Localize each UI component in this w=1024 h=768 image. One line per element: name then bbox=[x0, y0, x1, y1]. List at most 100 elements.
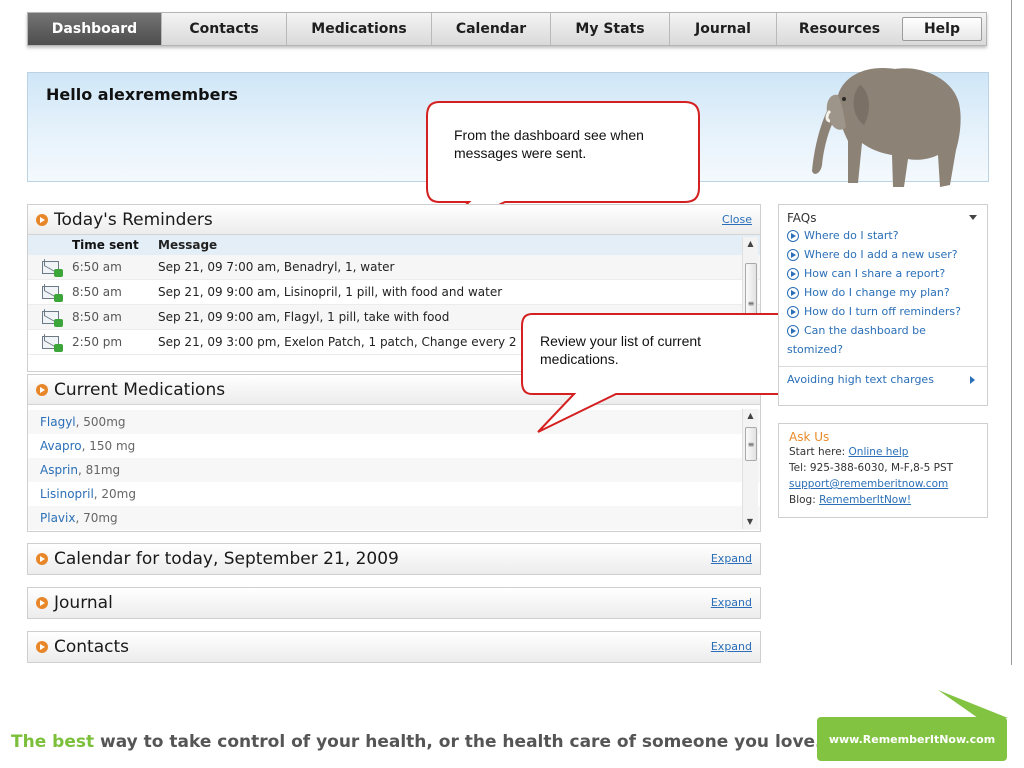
calendar-header: Calendar for today, September 21, 2009 E… bbox=[28, 544, 760, 574]
calendar-panel: Calendar for today, September 21, 2009 E… bbox=[27, 543, 761, 575]
ask-us-box: Ask Us Start here: Online help Tel: 925-… bbox=[778, 423, 988, 518]
faq-title[interactable]: FAQs bbox=[779, 205, 987, 229]
reminders-header: Today's Reminders Close bbox=[28, 205, 760, 235]
faq-item[interactable]: Where do I start? bbox=[779, 229, 987, 248]
med-name[interactable]: Plavix bbox=[40, 511, 75, 525]
reminder-message: Sep 21, 09 7:00 am, Benadryl, 1, water bbox=[158, 260, 395, 274]
ask-blog-line: Blog: RememberItNow! bbox=[789, 494, 912, 506]
support-email-link[interactable]: support@rememberitnow.com bbox=[789, 478, 948, 490]
reminders-table-header: Time sent Message bbox=[28, 235, 760, 255]
list-item[interactable]: Plavix, 70mg bbox=[28, 506, 760, 530]
ask-start-line: Start here: Online help bbox=[789, 446, 909, 458]
online-help-link[interactable]: Online help bbox=[849, 446, 909, 458]
med-name[interactable]: Flagyl bbox=[40, 415, 76, 429]
faq-box: FAQs Where do I start? Where do I add a … bbox=[778, 204, 988, 406]
med-dose: , 150 mg bbox=[81, 439, 136, 453]
contacts-title: Contacts bbox=[54, 637, 129, 657]
sent-mail-icon bbox=[41, 260, 63, 277]
reminders-close-link[interactable]: Close bbox=[722, 213, 752, 226]
callout-messages-text: From the dashboard see when messages wer… bbox=[454, 127, 644, 161]
scroll-down-icon[interactable]: ▼ bbox=[743, 515, 757, 529]
header-message: Message bbox=[158, 238, 218, 252]
medications-title: Current Medications bbox=[54, 379, 226, 400]
list-item[interactable]: Avapro, 150 mg bbox=[28, 434, 760, 458]
chevron-right-icon bbox=[970, 376, 975, 384]
med-dose: , 500mg bbox=[75, 415, 126, 429]
calendar-expand-link[interactable]: Expand bbox=[711, 552, 752, 565]
reminder-time: 8:50 am bbox=[72, 310, 122, 324]
faq-item[interactable]: How do I change my plan? bbox=[779, 286, 987, 305]
sent-mail-icon bbox=[41, 335, 63, 352]
faq-item[interactable]: How can I share a report? bbox=[779, 267, 987, 286]
site-url-badge[interactable]: www.RememberItNow.com bbox=[817, 717, 1007, 761]
footer-tagline: The best way to take control of your hea… bbox=[11, 732, 822, 752]
greeting: Hello alexremembers bbox=[46, 85, 238, 104]
reminders-title: Today's Reminders bbox=[54, 209, 213, 230]
tab-medications[interactable]: Medications bbox=[287, 13, 432, 45]
faq-item[interactable]: Where do I add a new user? bbox=[779, 248, 987, 267]
orange-bullet-icon bbox=[36, 553, 48, 565]
faq-item[interactable]: How do I turn off reminders? bbox=[779, 305, 987, 324]
tab-dashboard[interactable]: Dashboard bbox=[28, 13, 162, 45]
elephant-mascot-icon bbox=[812, 68, 961, 187]
tab-resources[interactable]: Resources bbox=[777, 13, 902, 45]
orange-bullet-icon bbox=[36, 597, 48, 609]
play-arrow-icon bbox=[787, 306, 799, 318]
help-button[interactable]: Help bbox=[902, 17, 982, 41]
faq-item-continued[interactable]: stomized? bbox=[779, 343, 987, 362]
journal-expand-link[interactable]: Expand bbox=[711, 596, 752, 609]
med-dose: , 70mg bbox=[75, 511, 118, 525]
tagline-accent: The best bbox=[11, 732, 95, 752]
reminder-message: Sep 21, 09 3:00 pm, Exelon Patch, 1 patc… bbox=[158, 335, 517, 349]
med-name[interactable]: Asprin bbox=[40, 463, 78, 477]
avoid-charges-link[interactable]: Avoiding high text charges bbox=[779, 366, 987, 392]
contacts-panel: Contacts Expand bbox=[27, 631, 761, 663]
play-arrow-icon bbox=[787, 230, 799, 242]
faq-item[interactable]: Can the dashboard be bbox=[779, 324, 987, 343]
badge-tail-icon bbox=[938, 690, 1008, 718]
med-dose: , 81mg bbox=[77, 463, 121, 477]
tab-journal[interactable]: Journal bbox=[670, 13, 777, 45]
journal-title: Journal bbox=[54, 593, 113, 613]
sent-mail-icon bbox=[41, 310, 63, 327]
contacts-header: Contacts Expand bbox=[28, 632, 760, 662]
med-name[interactable]: Avapro bbox=[40, 439, 82, 453]
contacts-expand-link[interactable]: Expand bbox=[711, 640, 752, 653]
reminder-time: 8:50 am bbox=[72, 285, 122, 299]
table-row[interactable]: 6:50 am Sep 21, 09 7:00 am, Benadryl, 1,… bbox=[28, 255, 760, 280]
journal-header: Journal Expand bbox=[28, 588, 760, 618]
tab-my-stats[interactable]: My Stats bbox=[551, 13, 670, 45]
header-time-sent: Time sent bbox=[72, 238, 139, 252]
reminder-time: 6:50 am bbox=[72, 260, 122, 274]
ask-tel: Tel: 925-388-6030, M-F,8-5 PST bbox=[789, 462, 954, 474]
reminder-time: 2:50 pm bbox=[72, 335, 123, 349]
med-name[interactable]: Lisinopril bbox=[40, 487, 94, 501]
page-edge-divider bbox=[1011, 0, 1012, 665]
faq-heading: FAQs bbox=[787, 211, 817, 225]
ask-email-line: support@rememberitnow.com bbox=[779, 476, 987, 492]
list-item[interactable]: Asprin, 81mg bbox=[28, 458, 760, 482]
play-arrow-icon bbox=[787, 287, 799, 299]
orange-bullet-icon bbox=[36, 383, 48, 396]
ask-us-title: Ask Us bbox=[789, 430, 830, 444]
callout-medications-bubble bbox=[521, 313, 795, 433]
list-item[interactable]: Lisinopril, 20mg bbox=[28, 482, 760, 506]
journal-panel: Journal Expand bbox=[27, 587, 761, 619]
med-dose: , 20mg bbox=[93, 487, 136, 501]
chevron-down-icon[interactable] bbox=[969, 215, 977, 220]
play-arrow-icon bbox=[787, 325, 799, 337]
play-arrow-icon bbox=[787, 268, 799, 280]
tab-calendar[interactable]: Calendar bbox=[432, 13, 551, 45]
calendar-title: Calendar for today, September 21, 2009 bbox=[54, 549, 399, 569]
scroll-up-icon[interactable]: ▲ bbox=[743, 237, 758, 251]
orange-bullet-icon bbox=[36, 641, 48, 653]
table-row[interactable]: 8:50 am Sep 21, 09 9:00 am, Lisinopril, … bbox=[28, 280, 760, 305]
sent-mail-icon bbox=[41, 285, 63, 302]
reminder-message: Sep 21, 09 9:00 am, Lisinopril, 1 pill, … bbox=[158, 285, 503, 299]
orange-bullet-icon bbox=[36, 213, 48, 226]
blog-link[interactable]: RememberItNow! bbox=[819, 494, 911, 506]
tab-contacts[interactable]: Contacts bbox=[162, 13, 287, 45]
tagline-rest: way to take control of your health, or t… bbox=[94, 732, 822, 752]
callout-medications-text: Review your list of current medications. bbox=[540, 333, 702, 367]
main-nav: Dashboard Contacts Medications Calendar … bbox=[27, 12, 987, 46]
